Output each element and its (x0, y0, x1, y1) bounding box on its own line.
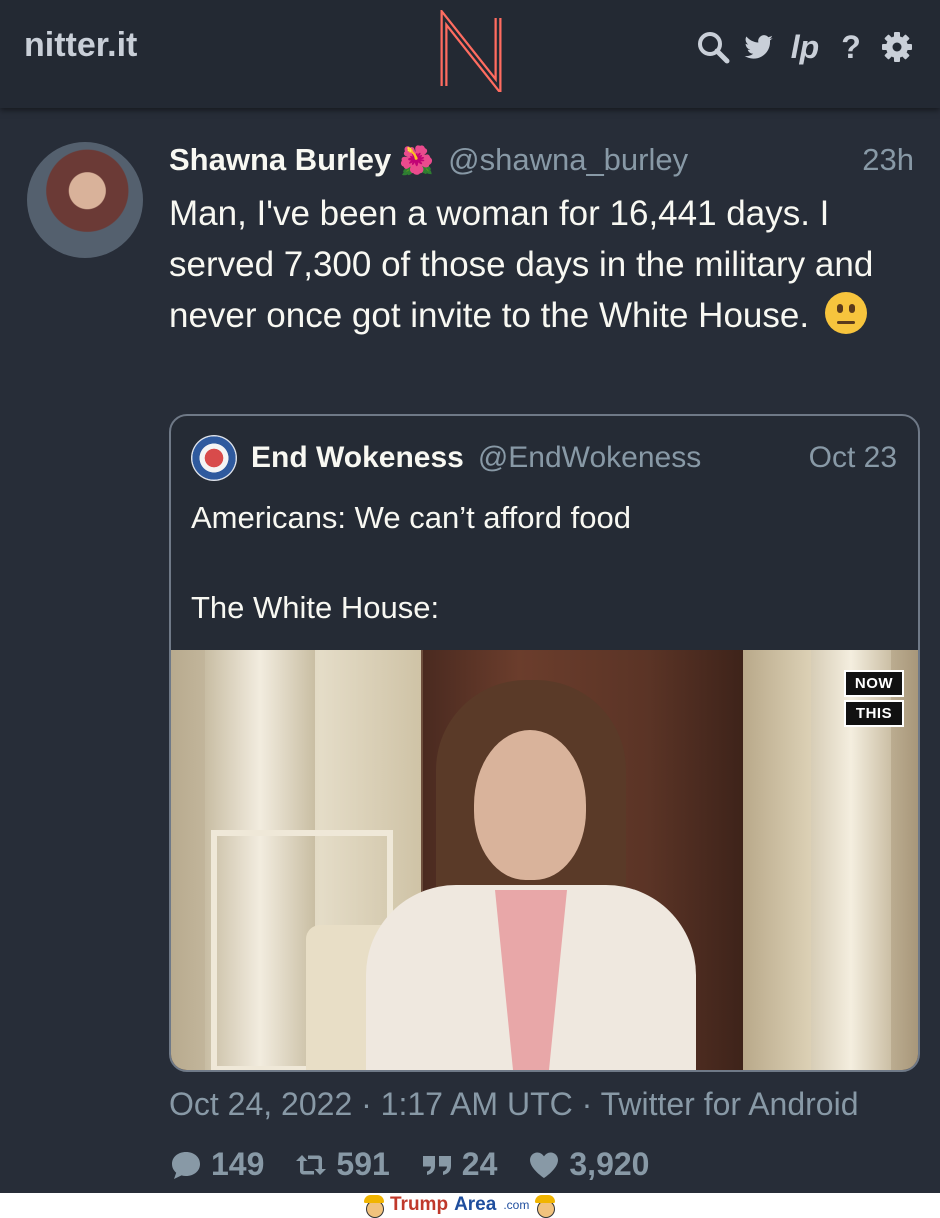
navbar: nitter.it lp ? (0, 0, 940, 108)
media-person (366, 680, 696, 1070)
flower-emoji: 🌺 (399, 144, 435, 176)
settings-gear-icon[interactable] (878, 28, 916, 66)
quote-text-line: Americans: We can’t afford food (191, 500, 631, 535)
quote-username-link[interactable]: @EndWokeness (478, 441, 701, 475)
tweet-content: Man, I've been a woman for 16,441 days. … (169, 188, 899, 341)
quoted-tweet[interactable]: End Wokeness @EndWokeness Oct 23 America… (169, 414, 920, 1072)
tweet-stats: 149 591 24 3,920 (169, 1146, 649, 1183)
tweet: Shawna Burley 🌺 @shawna_burley 23h Man, … (0, 108, 940, 1193)
avatar[interactable] (27, 142, 143, 258)
nowthis-logo-top: NOW (844, 670, 904, 697)
quote-text-line: The White House: (191, 590, 440, 625)
quote-video-still[interactable]: NOW THIS (171, 650, 918, 1070)
replies-stat[interactable]: 149 (169, 1146, 264, 1183)
quotes-stat[interactable]: 24 (420, 1146, 498, 1183)
watermark-area: Area (454, 1194, 497, 1215)
search-icon[interactable] (694, 28, 732, 66)
watermark-trump: Trump (390, 1194, 449, 1215)
tweet-published-line: Oct 24, 2022 · 1:17 AM UTC · Twitter for… (169, 1086, 859, 1122)
trump-face-icon (535, 1194, 556, 1218)
heart-icon (530, 1152, 559, 1178)
quote-fullname-link[interactable]: End Wokeness (251, 441, 464, 475)
nitter-logo-icon[interactable] (436, 7, 506, 97)
tweet-date-link[interactable]: 23h (862, 142, 914, 178)
tweet-header: Shawna Burley 🌺 @shawna_burley 23h (169, 138, 914, 182)
nav-icons: lp ? (694, 28, 916, 66)
quote-avatar[interactable] (191, 435, 237, 481)
twitter-bird-icon[interactable] (740, 28, 778, 66)
tweet-text: Man, I've been a woman for 16,441 days. … (169, 194, 874, 335)
watermark-com: .com (503, 1198, 530, 1212)
lp-icon[interactable]: lp (786, 28, 824, 66)
retweets-count: 591 (336, 1146, 390, 1182)
help-icon[interactable]: ? (832, 28, 870, 66)
likes-stat[interactable]: 3,920 (527, 1146, 649, 1183)
replies-count: 149 (211, 1146, 265, 1182)
fullname-link[interactable]: Shawna Burley (169, 142, 391, 178)
retweets-stat[interactable]: 591 (294, 1146, 390, 1183)
watermark-footer: Trump Area .com (0, 1193, 940, 1218)
quote-date-link[interactable]: Oct 23 (809, 441, 897, 475)
retweet-icon (296, 1154, 327, 1175)
username-link[interactable]: @shawna_burley (448, 142, 688, 178)
neutral-face-emoji-icon (824, 292, 867, 334)
quotes-count: 24 (461, 1146, 498, 1182)
nowthis-logo-bottom: THIS (844, 700, 904, 727)
comment-icon (172, 1151, 200, 1179)
likes-count: 3,920 (569, 1146, 650, 1182)
site-name-link[interactable]: nitter.it (24, 26, 137, 65)
quote-icon (422, 1155, 451, 1175)
trump-face-icon (364, 1194, 384, 1218)
quote-header: End Wokeness @EndWokeness Oct 23 (191, 435, 897, 481)
nowthis-logo: NOW THIS (844, 670, 904, 727)
watermark-logo: Trump Area .com (364, 1194, 556, 1218)
